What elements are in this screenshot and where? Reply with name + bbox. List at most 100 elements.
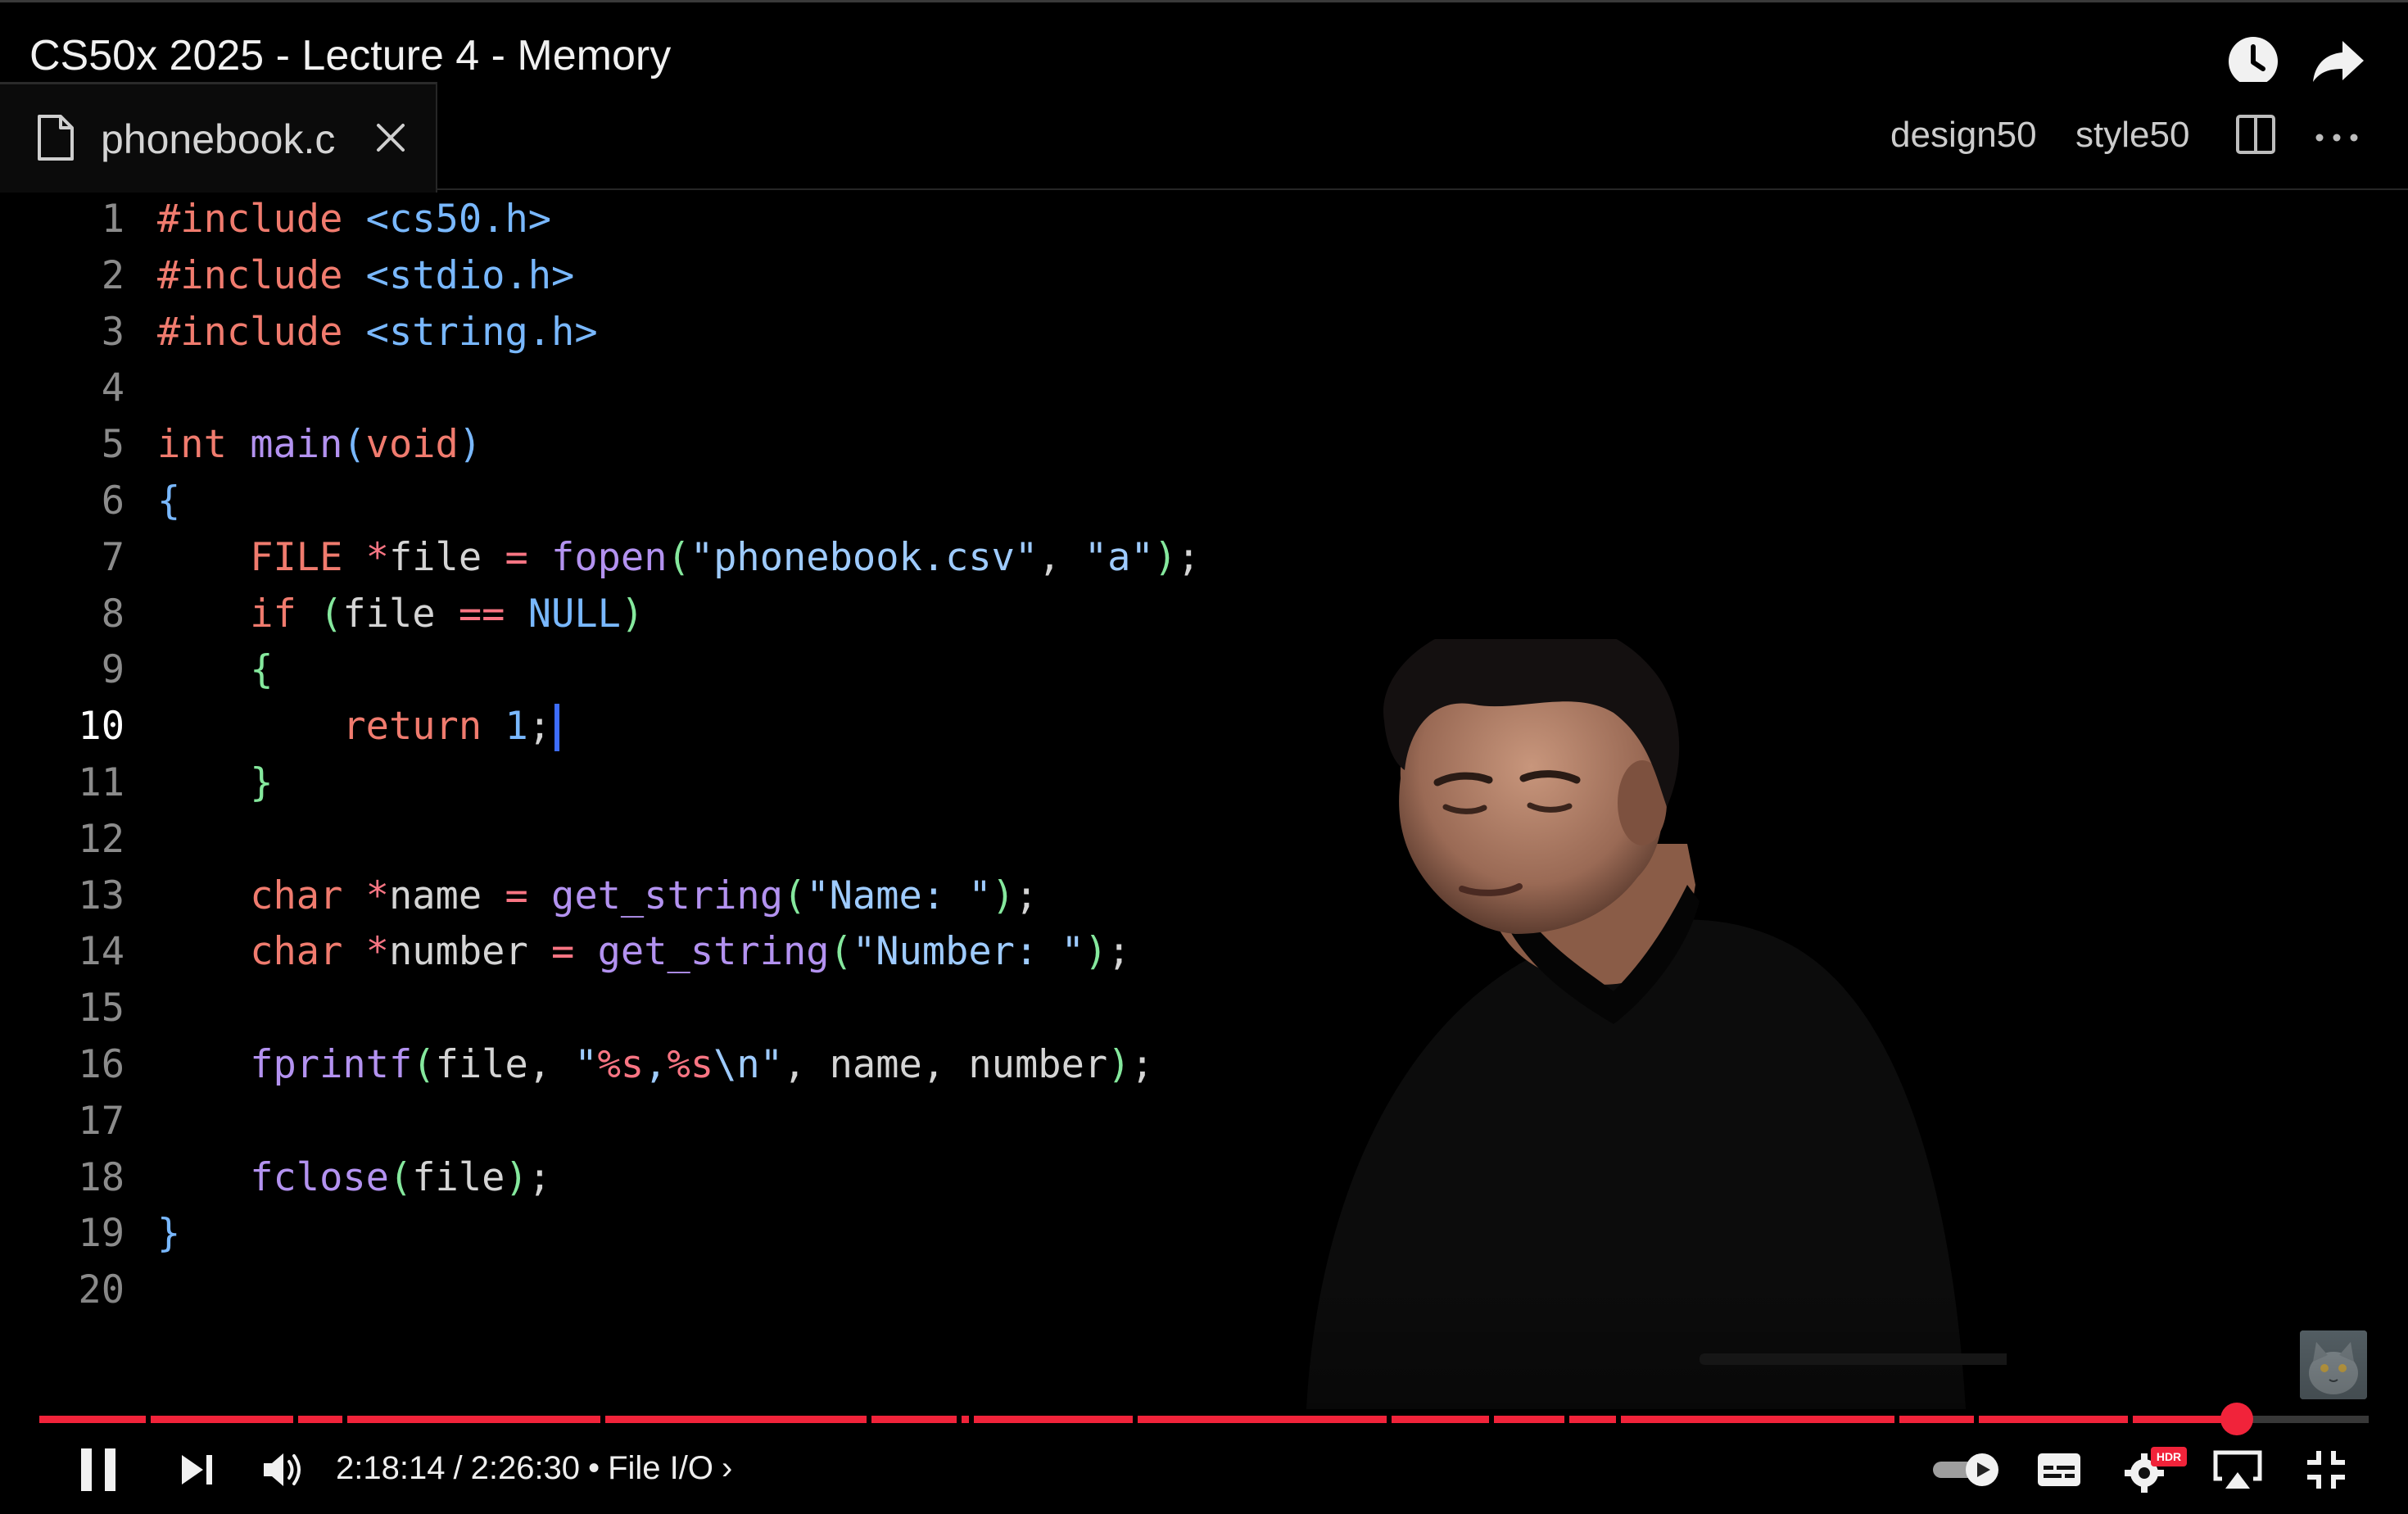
line-number: 13 (78, 873, 124, 918)
duration: 2:26:30 (470, 1450, 581, 1486)
airplay-button[interactable] (2211, 1444, 2264, 1496)
code-text[interactable]: #include <cs50.h> (157, 192, 551, 248)
code-line[interactable]: 12 (0, 812, 2408, 868)
code-text[interactable]: fprintf(file, "%s,%s\n", name, number); (157, 1037, 1154, 1094)
time-display: 2:18:14 / 2:26:30 • File I/O › (336, 1450, 732, 1487)
chapter-marker (1489, 1416, 1494, 1423)
line-number: 2 (101, 252, 124, 298)
next-icon (182, 1455, 212, 1485)
chapter-marker (342, 1416, 347, 1423)
next-button[interactable] (177, 1444, 218, 1496)
progress-played (39, 1416, 2238, 1423)
line-number: 11 (78, 759, 124, 805)
line-number: 5 (101, 422, 124, 468)
line-number: 17 (78, 1098, 124, 1144)
code-line[interactable]: 8 if (file == NULL) (0, 587, 2408, 643)
code-text[interactable]: { (157, 474, 180, 530)
code-line[interactable]: 18 fclose(file); (0, 1150, 2408, 1207)
chapter-marker (2128, 1416, 2133, 1423)
code-line[interactable]: 1 #include <cs50.h> (0, 192, 2408, 248)
code-line[interactable]: 2 #include <stdio.h> (0, 248, 2408, 305)
autoplay-toggle[interactable] (1931, 1444, 2002, 1496)
code-line[interactable]: 10 return 1; (0, 699, 2408, 755)
video-title[interactable]: CS50x 2025 - Lecture 4 - Memory (29, 31, 671, 80)
subtitles-button[interactable] (2036, 1444, 2082, 1496)
more-actions-icon[interactable] (2315, 133, 2359, 143)
close-icon[interactable] (370, 117, 411, 158)
code-text[interactable]: if (file == NULL) (157, 587, 644, 643)
chapter-marker (1894, 1416, 1899, 1423)
chapter-marker (1387, 1416, 1392, 1423)
chapter-marker (969, 1416, 974, 1423)
code-text[interactable]: FILE *file = fopen("phonebook.csv", "a")… (157, 530, 1200, 587)
progress-bar[interactable] (39, 1403, 2369, 1435)
pause-icon (81, 1448, 115, 1491)
code-line[interactable]: 6{ (0, 474, 2408, 530)
code-text[interactable]: #include <string.h> (157, 305, 598, 361)
chapter-marker (600, 1416, 605, 1423)
code-text[interactable]: } (157, 755, 273, 812)
code-text[interactable]: char *number = get_string("Number: "); (157, 924, 1130, 981)
code-text[interactable]: } (157, 1206, 180, 1262)
design50-button[interactable]: design50 (1890, 115, 2037, 156)
split-editor-icon[interactable] (2234, 113, 2277, 156)
code-editor[interactable]: 1 #include <cs50.h> 2 #include <stdio.h> 3 #i… (0, 192, 2408, 1319)
code-line[interactable]: 13 char *name = get_string("Name: "); (0, 868, 2408, 925)
code-text[interactable]: return 1; (157, 699, 551, 755)
line-number: 8 (101, 591, 124, 637)
video-player[interactable]: CS50x 2025 - Lecture 4 - Memory phoneboo… (0, 0, 2408, 1514)
line-number: 4 (101, 365, 124, 411)
airplay-icon (2213, 1450, 2262, 1489)
hdr-badge: HDR (2157, 1450, 2181, 1463)
line-number: 14 (78, 929, 124, 975)
line-number: 9 (101, 647, 124, 693)
pause-button[interactable] (75, 1444, 121, 1496)
line-number: 6 (101, 478, 124, 524)
line-number: 18 (78, 1154, 124, 1200)
line-number: 12 (78, 816, 124, 862)
code-line[interactable]: 9 { (0, 642, 2408, 699)
exit-fullscreen-icon (2307, 1451, 2345, 1489)
line-number: 19 (78, 1211, 124, 1257)
settings-button[interactable]: HDR (2123, 1444, 2188, 1496)
chapter-marker (867, 1416, 871, 1423)
subtitles-icon (2038, 1453, 2080, 1486)
code-text[interactable]: { (157, 642, 273, 699)
code-line[interactable]: 3 #include <string.h> (0, 305, 2408, 361)
chapter-marker (957, 1416, 962, 1423)
line-number: 1 (101, 197, 124, 242)
code-line[interactable]: 19} (0, 1206, 2408, 1262)
code-text[interactable]: char *name = get_string("Name: "); (157, 868, 1038, 925)
line-number: 3 (101, 309, 124, 355)
style50-button[interactable]: style50 (2075, 115, 2189, 156)
settings-hdr-icon: HDR (2125, 1447, 2187, 1493)
code-line[interactable]: 5 int main(void) (0, 417, 2408, 474)
exit-fullscreen-button[interactable] (2303, 1444, 2349, 1496)
chapter-title[interactable]: File I/O (608, 1450, 713, 1487)
code-line[interactable]: 7 FILE *file = fopen("phonebook.csv", "a… (0, 530, 2408, 587)
text-cursor (554, 704, 559, 752)
file-icon (38, 115, 74, 161)
top-edge (0, 0, 2408, 2)
chapter-marker (293, 1416, 298, 1423)
code-line[interactable]: 16 fprintf(file, "%s,%s\n", name, number… (0, 1037, 2408, 1094)
chapter-marker (1616, 1416, 1621, 1423)
volume-button[interactable] (260, 1444, 306, 1496)
line-number: 16 (78, 1041, 124, 1087)
code-line[interactable]: 4 (0, 360, 2408, 417)
chapter-marker (1133, 1416, 1138, 1423)
time-separator: / (453, 1450, 463, 1486)
code-line[interactable]: 15 (0, 981, 2408, 1037)
chapter-marker (1564, 1416, 1569, 1423)
tab-phonebook-c[interactable]: phonebook.c (0, 82, 437, 193)
code-text[interactable]: int main(void) (157, 417, 482, 474)
code-line[interactable]: 17 (0, 1094, 2408, 1150)
code-line[interactable]: 14 char *number = get_string("Number: ")… (0, 924, 2408, 981)
code-line[interactable]: 11 } (0, 755, 2408, 812)
code-text[interactable]: fclose(file); (157, 1150, 551, 1207)
code-text[interactable]: #include <stdio.h> (157, 248, 574, 305)
line-number: 15 (78, 986, 124, 1031)
bullet-separator: • (588, 1450, 600, 1486)
current-time: 2:18:14 (336, 1450, 446, 1486)
chevron-right-icon[interactable]: › (722, 1450, 732, 1487)
